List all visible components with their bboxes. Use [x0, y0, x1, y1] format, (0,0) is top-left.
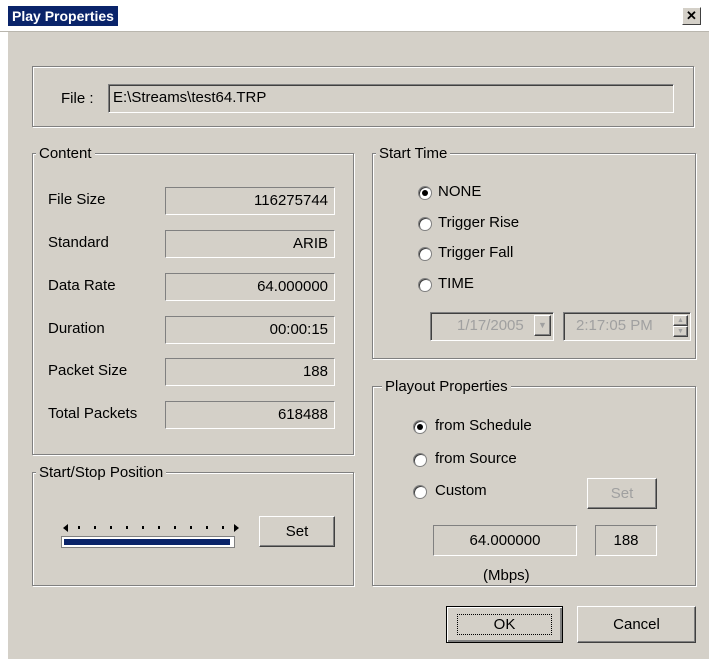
playout-group: Playout Properties from Schedule from So…: [372, 378, 696, 586]
total-packets-value: 618488: [165, 401, 335, 429]
time-value: 2:17:05 PM: [576, 317, 653, 334]
time-picker[interactable]: 2:17:05 PM ▲ ▼: [563, 312, 691, 341]
slider-range-fill: [64, 539, 230, 545]
ok-button-label: OK: [456, 614, 553, 635]
duration-label: Duration: [48, 320, 105, 337]
start-stop-legend: Start/Stop Position: [36, 464, 167, 481]
title-bar: Play Properties: [0, 0, 709, 32]
spin-up-icon[interactable]: ▲: [673, 315, 688, 326]
cancel-button[interactable]: Cancel: [577, 606, 696, 643]
radio-trigger-rise[interactable]: [418, 217, 432, 231]
content-legend: Content: [36, 145, 95, 162]
file-size-label: File Size: [48, 191, 106, 208]
file-group: File : E:\Streams\test64.TRP: [32, 66, 694, 127]
start-time-legend: Start Time: [376, 145, 451, 162]
radio-from-source-label: from Source: [435, 450, 517, 467]
playout-packet-value: 188: [595, 525, 657, 556]
data-rate-label: Data Rate: [48, 277, 116, 294]
total-packets-label: Total Packets: [48, 405, 138, 422]
chevron-down-icon[interactable]: ▼: [534, 315, 551, 336]
file-label: File :: [61, 90, 94, 107]
start-stop-group: Start/Stop Position Set: [32, 464, 354, 586]
start-stop-set-button[interactable]: Set: [259, 516, 335, 547]
file-path-value: E:\Streams\test64.TRP: [113, 89, 267, 106]
radio-none[interactable]: [418, 186, 432, 200]
data-rate-value: 64.000000: [165, 273, 335, 301]
playout-set-button[interactable]: Set: [587, 478, 657, 509]
spin-down-icon[interactable]: ▼: [673, 326, 688, 337]
packet-size-value: 188: [165, 358, 335, 386]
radio-custom[interactable]: [413, 485, 427, 499]
radio-from-schedule[interactable]: [413, 420, 427, 434]
standard-label: Standard: [48, 234, 109, 251]
radio-trigger-rise-label: Trigger Rise: [438, 214, 520, 231]
radio-custom-label: Custom: [435, 482, 487, 499]
radio-from-source[interactable]: [413, 453, 427, 467]
packet-size-label: Packet Size: [48, 362, 128, 379]
duration-value: 00:00:15: [165, 316, 335, 344]
date-picker[interactable]: 1/17/2005 ▼: [430, 312, 554, 341]
radio-time[interactable]: [418, 278, 432, 292]
date-value: 1/17/2005: [457, 317, 524, 334]
playout-unit-label: (Mbps): [483, 567, 530, 584]
playout-rate-value: 64.000000: [433, 525, 577, 556]
start-time-group: Start Time NONE Trigger Rise Trigger Fal…: [372, 145, 696, 359]
position-slider[interactable]: [61, 536, 235, 548]
content-group: Content File Size 116275744 Standard ARI…: [32, 145, 354, 455]
ok-button[interactable]: OK: [446, 606, 563, 643]
radio-trigger-fall[interactable]: [418, 247, 432, 261]
radio-time-label: TIME: [438, 275, 474, 292]
window-title: Play Properties: [8, 6, 118, 26]
close-icon[interactable]: ✕: [682, 7, 701, 25]
radio-from-schedule-label: from Schedule: [435, 417, 532, 434]
file-path-field: E:\Streams\test64.TRP: [108, 84, 674, 113]
playout-legend: Playout Properties: [382, 378, 511, 395]
slider-ticks: [63, 524, 239, 532]
file-size-value: 116275744: [165, 187, 335, 215]
radio-trigger-fall-label: Trigger Fall: [438, 244, 514, 261]
radio-none-label: NONE: [438, 183, 482, 200]
standard-value: ARIB: [165, 230, 335, 258]
